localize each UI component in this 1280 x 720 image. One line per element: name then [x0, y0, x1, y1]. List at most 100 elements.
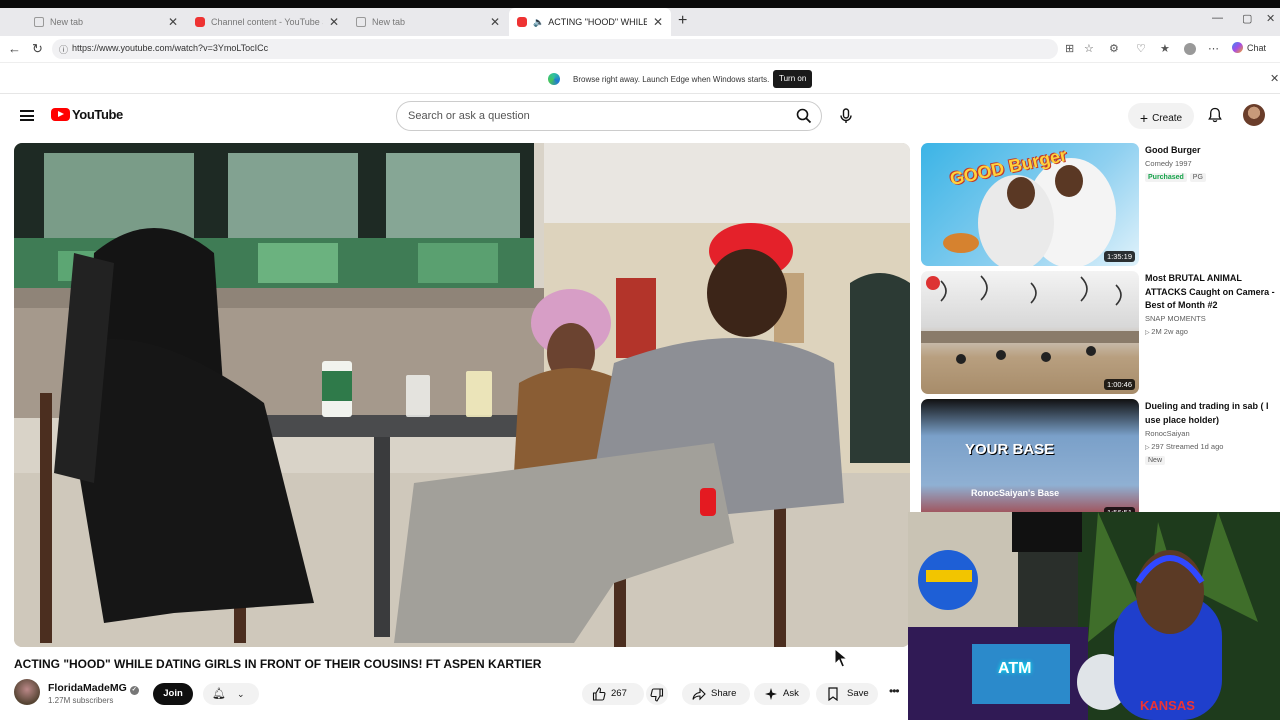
create-label: Create — [1152, 113, 1183, 124]
maximize-icon[interactable]: ▢ — [1242, 12, 1252, 25]
video-thumbnail[interactable]: 1:00:46 — [921, 271, 1139, 394]
youtube-header: YouTube Search or ask a question + Create — [0, 95, 1280, 141]
mouse-cursor-icon — [834, 648, 848, 668]
thumbnail-art — [921, 275, 1139, 364]
channel-name[interactable]: RonocSaiyan — [1145, 429, 1190, 438]
notifications-bell-icon[interactable] — [1208, 107, 1222, 123]
ask-label: Ask — [783, 688, 799, 699]
site-info-icon[interactable]: ⓘ — [59, 43, 68, 56]
tab-title: New tab — [372, 17, 406, 27]
rating-badge: PG — [1189, 173, 1206, 182]
recommendation-item[interactable]: GOOD Burger 1:35:19 Good Burger Comedy 1… — [921, 143, 1276, 268]
new-tab-plus-icon[interactable]: + — [678, 12, 687, 30]
tab-bar: New tab ✕ Channel content - YouTube Stud… — [0, 8, 1280, 36]
duration-badge: 1:35:19 — [1103, 251, 1135, 262]
edge-logo-icon — [548, 73, 560, 85]
purchased-badge: Purchased — [1145, 173, 1187, 182]
share-label: Share — [711, 688, 737, 699]
account-avatar[interactable] — [1243, 104, 1265, 126]
extensions-icon[interactable]: ⚙ — [1109, 42, 1119, 55]
profile-icon[interactable] — [1184, 43, 1196, 55]
copilot-icon — [1232, 42, 1243, 53]
subscriber-count: 1.27M subscribers — [48, 696, 114, 705]
search-input[interactable]: Search or ask a question — [396, 101, 822, 131]
page-icon — [34, 17, 44, 27]
sparkle-icon — [765, 688, 777, 700]
channel-name-row[interactable]: FloridaMadeMG ✓ — [48, 682, 139, 695]
video-thumbnail[interactable]: YOUR BASE RonocSaiyan's Base 1:56:51 — [921, 399, 1139, 522]
copilot-chat-button[interactable]: Chat — [1232, 42, 1266, 53]
tab-new-tab-2[interactable]: New tab ✕ — [348, 8, 508, 36]
more-actions-icon[interactable]: ••• — [889, 684, 900, 698]
recommendation-item[interactable]: YOUR BASE RonocSaiyan's Base 1:56:51 Due… — [921, 399, 1277, 522]
ask-button[interactable]: Ask — [754, 683, 810, 705]
split-screen-icon[interactable]: ⊞ — [1065, 42, 1074, 55]
window-close-icon[interactable]: ✕ — [1266, 12, 1275, 25]
new-badge-row: New — [1145, 455, 1168, 465]
refresh-icon[interactable]: ↻ — [32, 41, 43, 57]
tab-youtube-studio[interactable]: Channel content - YouTube Studio ✕ — [187, 8, 347, 36]
create-button[interactable]: + Create — [1128, 103, 1194, 129]
channel-avatar[interactable] — [14, 679, 40, 705]
close-tab-icon[interactable]: ✕ — [329, 15, 339, 29]
stats-text: 2M 2w ago — [1151, 327, 1188, 336]
recommendation-title[interactable]: Most BRUTAL ANIMAL ATTACKS Caught on Cam… — [1145, 272, 1277, 313]
verified-check-icon: ✓ — [129, 686, 139, 695]
favorite-star-icon[interactable]: ☆ — [1084, 42, 1094, 55]
recommendation-title[interactable]: Good Burger — [1145, 144, 1277, 158]
address-bar-row: ← ↻ ⓘ https://www.youtube.com/watch?v=3Y… — [0, 36, 1280, 62]
channel-name[interactable]: FloridaMadeMG — [48, 682, 127, 694]
shirt-text: KANSAS — [1140, 698, 1195, 713]
channel-name[interactable]: SNAP MOMENTS — [1145, 314, 1206, 323]
thumbnail-text: YOUR BASE — [965, 441, 1055, 458]
youtube-logo-text[interactable]: YouTube — [72, 107, 123, 122]
speaker-icon[interactable]: 🔈 — [533, 17, 544, 28]
tab-youtube-video[interactable]: 🔈 ACTING "HOOD" WHILE DATI ✕ — [509, 8, 671, 36]
stats-text: 297 Streamed 1d ago — [1151, 442, 1224, 451]
tab-new-tab-1[interactable]: New tab ✕ — [26, 8, 186, 36]
close-tab-icon[interactable]: ✕ — [168, 15, 178, 29]
microphone-icon[interactable] — [839, 108, 853, 124]
tab-title: Channel content - YouTube Studio — [211, 17, 323, 27]
share-button[interactable]: Share — [682, 683, 750, 705]
turn-on-button[interactable]: Turn on — [773, 70, 813, 88]
thumbs-up-icon — [592, 687, 606, 701]
badge-row: Purchased PG — [1145, 172, 1209, 182]
save-button[interactable]: Save — [816, 683, 878, 705]
favorites-icon[interactable]: ★ — [1160, 42, 1170, 55]
webcam-overlay: ATM KANSAS — [908, 512, 1280, 720]
settings-more-icon[interactable]: ⋯ — [1208, 42, 1219, 55]
hamburger-menu-icon[interactable] — [20, 110, 34, 121]
minimize-icon[interactable]: — — [1212, 12, 1223, 24]
view-stats: ▷ 2M 2w ago — [1145, 327, 1188, 336]
bell-icon: 🔔︎ — [212, 688, 226, 700]
webcam-feed — [908, 512, 1280, 720]
youtube-studio-icon — [195, 17, 205, 27]
back-arrow-icon[interactable]: ← — [8, 41, 21, 56]
chevron-down-icon: ⌄ — [237, 689, 245, 699]
dislike-button[interactable] — [646, 683, 668, 705]
youtube-logo-icon[interactable] — [51, 108, 70, 121]
recommendation-title[interactable]: Dueling and trading in sab ( I use place… — [1145, 400, 1277, 427]
youtube-icon — [517, 17, 527, 27]
duration-badge: 1:00:46 — [1103, 379, 1135, 390]
join-button[interactable]: Join — [153, 683, 193, 705]
video-player[interactable] — [14, 143, 910, 647]
url-bar[interactable]: ⓘ https://www.youtube.com/watch?v=3YmoLT… — [52, 39, 1058, 59]
view-stats: ▷ 297 Streamed 1d ago — [1145, 442, 1223, 451]
recommendation-item[interactable]: 1:00:46 Most BRUTAL ANIMAL ATTACKS Caugh… — [921, 271, 1276, 396]
bookmark-icon — [828, 687, 838, 701]
banner-close-icon[interactable]: ✕ — [1270, 72, 1279, 85]
subscribe-notifications-button[interactable]: 🔔︎ ⌄ — [203, 683, 259, 705]
close-tab-icon[interactable]: ✕ — [490, 15, 500, 29]
browser-essentials-icon[interactable]: ♡ — [1136, 42, 1146, 55]
new-badge: New — [1145, 456, 1166, 465]
close-tab-icon[interactable]: ✕ — [653, 15, 663, 29]
chat-label: Chat — [1247, 43, 1267, 53]
like-count: 267 — [611, 688, 627, 699]
like-button[interactable]: 267 — [582, 683, 644, 705]
plus-icon: + — [1139, 110, 1149, 126]
search-icon[interactable] — [796, 108, 812, 124]
search-placeholder: Search or ask a question — [408, 110, 530, 122]
video-thumbnail[interactable]: GOOD Burger 1:35:19 — [921, 143, 1139, 266]
